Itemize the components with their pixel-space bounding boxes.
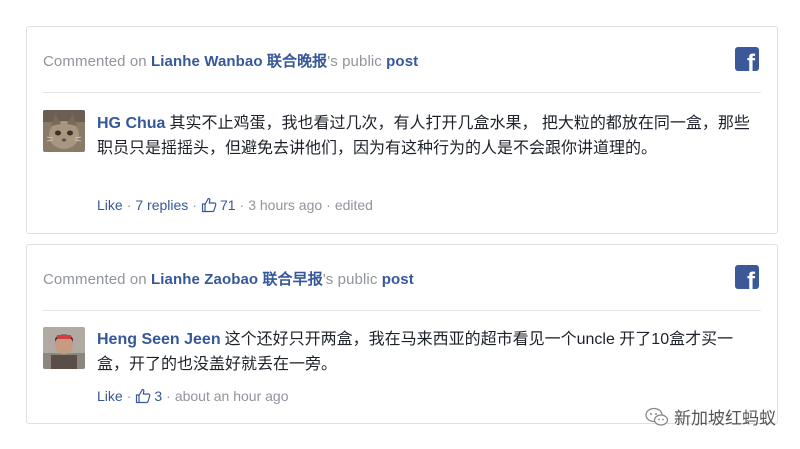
- avatar[interactable]: [43, 327, 85, 369]
- like-button[interactable]: Like: [97, 197, 123, 213]
- comment-actions: Like · 3 · about an hour ago: [97, 388, 289, 404]
- commented-on-text: Commented on Lianhe Wanbao 联合晚报's public…: [43, 53, 419, 70]
- comment-timestamp[interactable]: about an hour ago: [175, 388, 289, 404]
- thumbs-up-icon: [201, 197, 217, 213]
- like-count[interactable]: 3: [154, 388, 162, 404]
- commented-on-text: Commented on Lianhe Zaobao 联合早报's public…: [43, 271, 414, 288]
- watermark-text: 新加坡红蚂蚁: [674, 409, 776, 428]
- post-link[interactable]: post: [386, 53, 418, 70]
- post-link[interactable]: post: [382, 271, 414, 288]
- comment-text: HG Chua 其实不止鸡蛋，我也看过几次，有人打开几盒水果， 把大粒的都放在同一…: [97, 111, 755, 161]
- avatar[interactable]: [43, 110, 85, 152]
- facebook-logo-icon[interactable]: f: [735, 265, 759, 289]
- like-button[interactable]: Like: [97, 388, 123, 404]
- comment-card: Commented on Lianhe Zaobao 联合早报's public…: [26, 244, 778, 424]
- page-link[interactable]: Lianhe Zaobao 联合早报: [151, 271, 323, 288]
- replies-link[interactable]: 7 replies: [135, 197, 188, 213]
- comment-context-header: Commented on Lianhe Wanbao 联合晚报's public…: [43, 27, 761, 93]
- like-count[interactable]: 71: [220, 197, 236, 213]
- comment-author-link[interactable]: Heng Seen Jeen: [97, 331, 221, 348]
- thumbs-up-icon: [136, 388, 151, 404]
- wechat-watermark: 新加坡红蚂蚁: [645, 404, 776, 429]
- edited-label[interactable]: edited: [335, 197, 373, 213]
- facebook-logo-icon[interactable]: f: [735, 47, 759, 71]
- comment-context-header: Commented on Lianhe Zaobao 联合早报's public…: [43, 245, 761, 311]
- page-link[interactable]: Lianhe Wanbao 联合晚报: [151, 53, 327, 70]
- comment-timestamp[interactable]: 3 hours ago: [248, 197, 322, 213]
- comment-actions: Like · 7 replies · 71 · 3 hours ago · ed…: [97, 197, 373, 213]
- comment-author-link[interactable]: HG Chua: [97, 115, 165, 132]
- wechat-icon: [645, 407, 669, 426]
- comment-card: Commented on Lianhe Wanbao 联合晚报's public…: [26, 26, 778, 234]
- comment-content: 其实不止鸡蛋，我也看过几次，有人打开几盒水果， 把大粒的都放在同一盒，那些职员只…: [97, 115, 750, 157]
- comment-text: Heng Seen Jeen 这个还好只开两盒，我在马来西亚的超市看见一个uncl…: [97, 327, 755, 377]
